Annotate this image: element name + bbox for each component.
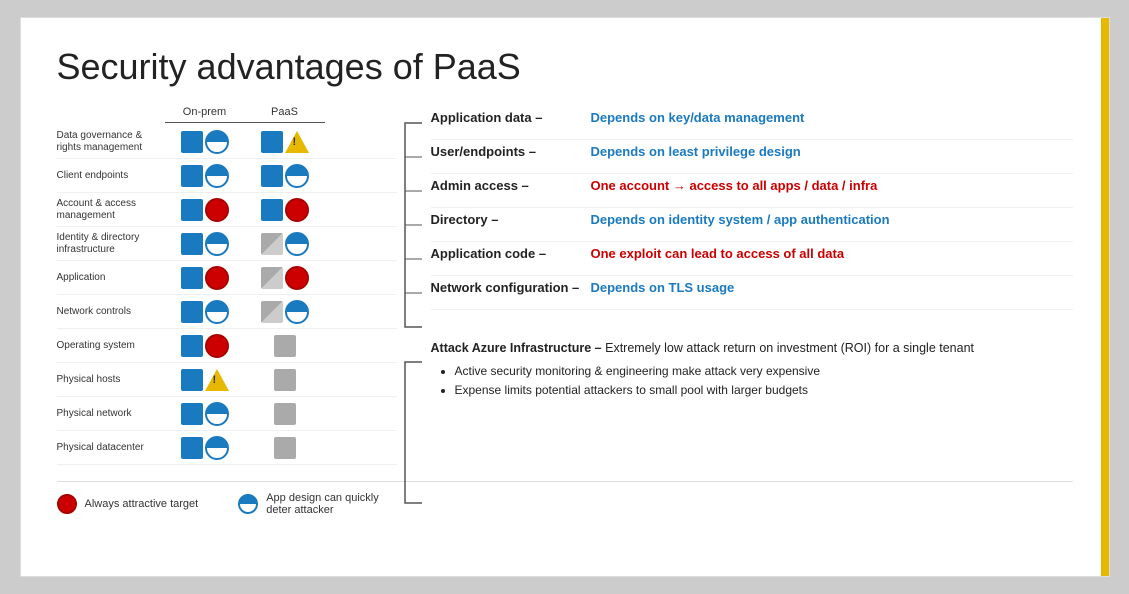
blue-square-icon — [261, 199, 283, 221]
attack-subtitle: Extremely low attack return on investmen… — [605, 341, 974, 355]
row-label: Data governance & rights management — [57, 130, 165, 154]
table-row: Physical datacenter — [57, 431, 397, 465]
blue-square-icon — [181, 267, 203, 289]
right-content: Application data – Depends on key/data m… — [427, 106, 1073, 465]
red-circle-icon — [285, 198, 309, 222]
right-value: Depends on TLS usage — [591, 280, 735, 295]
blue-half-icon — [205, 300, 229, 324]
table-row: Application — [57, 261, 397, 295]
gray-diag-icon — [261, 301, 283, 323]
slide-title: Security advantages of PaaS — [57, 46, 1073, 88]
blue-half-icon — [205, 164, 229, 188]
right-row-network-config: Network configuration – Depends on TLS u… — [431, 276, 1073, 310]
blue-square-icon — [181, 165, 203, 187]
blue-square-icon — [261, 131, 283, 153]
blue-square-icon — [181, 131, 203, 153]
right-value: One account → access to all apps / data … — [591, 178, 878, 193]
blue-half-icon — [205, 402, 229, 426]
slide: Security advantages of PaaS On-prem PaaS… — [20, 17, 1110, 577]
legend-item-blue: App design can quickly deter attacker — [238, 492, 379, 516]
row-label: Client endpoints — [57, 170, 165, 182]
blue-half-icon — [285, 300, 309, 324]
table-row: Identity & directory infrastructure — [57, 227, 397, 261]
blue-half-icon — [205, 232, 229, 256]
legend-blue-half-icon — [238, 494, 258, 514]
bullet-item: Active security monitoring & engineering… — [455, 362, 1073, 381]
yellow-accent-bar — [1101, 18, 1109, 576]
right-label: Application code – — [431, 246, 591, 261]
warning-icon — [285, 131, 309, 153]
table-section: On-prem PaaS Data governance & rights ma… — [57, 106, 397, 465]
gray-square-icon — [274, 369, 296, 391]
right-value: Depends on least privilege design — [591, 144, 801, 159]
table-row: Operating system — [57, 329, 397, 363]
right-label: Application data – — [431, 110, 591, 125]
row-label: Physical network — [57, 408, 165, 420]
blue-half-icon — [205, 436, 229, 460]
row-label: Identity & directory infrastructure — [57, 232, 165, 256]
attack-block: Attack Azure Infrastructure – Extremely … — [431, 338, 1073, 400]
row-label: Network controls — [57, 306, 165, 318]
blue-square-icon — [181, 437, 203, 459]
legend-red-label: Always attractive target — [85, 498, 199, 510]
red-circle-icon — [205, 198, 229, 222]
col-header-paas: PaaS — [245, 106, 325, 118]
bracket-svg — [397, 106, 427, 536]
warning-icon — [205, 369, 229, 391]
attack-title: Attack Azure Infrastructure – — [431, 341, 602, 355]
red-circle-icon — [205, 266, 229, 290]
right-row-app-data: Application data – Depends on key/data m… — [431, 106, 1073, 140]
blue-half-icon — [205, 130, 229, 154]
blue-half-icon — [285, 232, 309, 256]
blue-square-icon — [261, 165, 283, 187]
row-label: Application — [57, 272, 165, 284]
right-row-admin-access: Admin access – One account → access to a… — [431, 174, 1073, 208]
right-items-list: Application data – Depends on key/data m… — [431, 106, 1073, 310]
table-row: Physical hosts — [57, 363, 397, 397]
table-row: Network controls — [57, 295, 397, 329]
table-row: Data governance & rights management — [57, 125, 397, 159]
table-row: Account & access management — [57, 193, 397, 227]
content-area: On-prem PaaS Data governance & rights ma… — [57, 106, 1073, 465]
col-header-onprem: On-prem — [165, 106, 245, 118]
blue-square-icon — [181, 369, 203, 391]
table-row: Physical network — [57, 397, 397, 431]
legend: Always attractive target App design can … — [57, 481, 1073, 516]
legend-red-circle-icon — [57, 494, 77, 514]
right-row-app-code: Application code – One exploit can lead … — [431, 242, 1073, 276]
blue-square-icon — [181, 403, 203, 425]
gray-square-icon — [274, 335, 296, 357]
gray-diag-icon — [261, 233, 283, 255]
gray-square-icon — [274, 437, 296, 459]
gray-square-icon — [274, 403, 296, 425]
right-label: Directory – — [431, 212, 591, 227]
row-label: Physical datacenter — [57, 442, 165, 454]
right-label: User/endpoints – — [431, 144, 591, 159]
right-row-directory: Directory – Depends on identity system /… — [431, 208, 1073, 242]
right-row-user-endpoints: User/endpoints – Depends on least privil… — [431, 140, 1073, 174]
legend-blue-label: App design can quickly deter attacker — [266, 492, 379, 516]
row-label: Account & access management — [57, 198, 165, 222]
row-label: Operating system — [57, 340, 165, 352]
red-circle-icon — [205, 334, 229, 358]
attack-bullet-list: Active security monitoring & engineering… — [431, 362, 1073, 400]
blue-square-icon — [181, 301, 203, 323]
red-circle-icon — [285, 266, 309, 290]
legend-item-red: Always attractive target — [57, 494, 199, 514]
table-row: Client endpoints — [57, 159, 397, 193]
bullet-item: Expense limits potential attackers to sm… — [455, 381, 1073, 400]
right-value: One exploit can lead to access of all da… — [591, 246, 845, 261]
blue-half-icon — [285, 164, 309, 188]
right-label: Admin access – — [431, 178, 591, 193]
row-label: Physical hosts — [57, 374, 165, 386]
right-value: Depends on identity system / app authent… — [591, 212, 890, 227]
gray-diag-icon — [261, 267, 283, 289]
blue-square-icon — [181, 233, 203, 255]
blue-square-icon — [181, 199, 203, 221]
right-label: Network configuration – — [431, 280, 591, 295]
right-value: Depends on key/data management — [591, 110, 805, 125]
blue-square-icon — [181, 335, 203, 357]
